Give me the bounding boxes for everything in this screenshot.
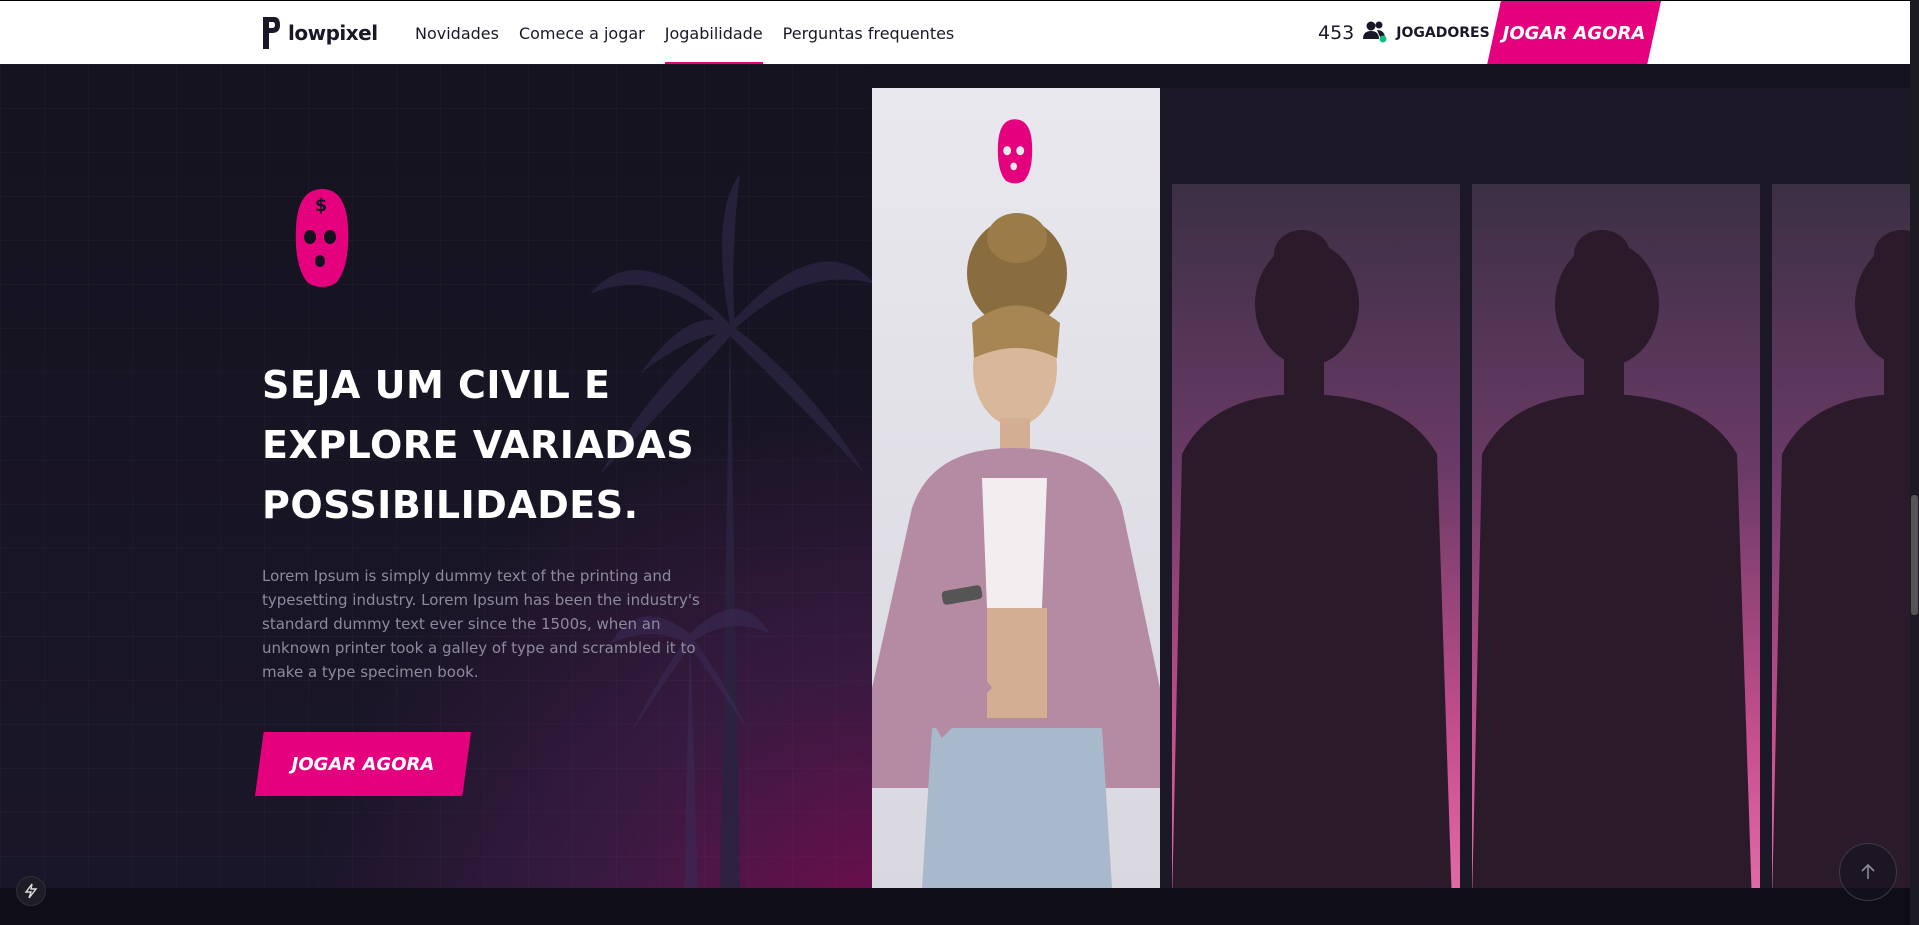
- players-online: 453 JOGADORES: [1318, 1, 1490, 65]
- scroll-to-top-button[interactable]: [1839, 843, 1897, 901]
- character-slot[interactable]: [1472, 184, 1760, 888]
- top-header: lowpixel Novidades Comece a jogar Jogabi…: [0, 0, 1919, 65]
- players-label: JOGADORES: [1396, 25, 1490, 41]
- hero-title: SEJA UM CIVIL E EXPLORE VARIADAS POSSIBI…: [262, 355, 742, 535]
- mask-icon: $: [295, 189, 349, 287]
- logo[interactable]: lowpixel: [260, 15, 378, 51]
- hero-description: Lorem Ipsum is simply dummy text of the …: [262, 567, 700, 681]
- logo-text: lowpixel: [288, 21, 378, 45]
- arrow-up-icon: [1861, 863, 1875, 879]
- hero-title-line: SEJA UM CIVIL E: [262, 363, 611, 407]
- character-portrait: [872, 88, 1160, 888]
- nav-item-novidades[interactable]: Novidades: [415, 1, 499, 65]
- footer-bar: [0, 888, 1919, 925]
- character-silhouette: [1772, 230, 1919, 888]
- nav-item-comece-a-jogar[interactable]: Comece a jogar: [519, 1, 645, 65]
- character-slot[interactable]: [1172, 184, 1460, 888]
- players-count: 453: [1318, 22, 1355, 44]
- character-selector: [1160, 88, 1919, 888]
- character-silhouette: [1172, 230, 1452, 888]
- hero-title-line: EXPLORE VARIADAS: [262, 423, 695, 467]
- main-nav: Novidades Comece a jogar Jogabilidade Pe…: [415, 1, 974, 65]
- bolt-icon: [24, 883, 38, 899]
- character-silhouette: [1472, 230, 1752, 888]
- svg-text:$: $: [315, 195, 328, 216]
- nav-item-perguntas-frequentes[interactable]: Perguntas frequentes: [783, 1, 955, 65]
- scrollbar-thumb[interactable]: [1911, 495, 1918, 615]
- logo-icon: [263, 17, 280, 49]
- character-slot[interactable]: [1772, 184, 1919, 888]
- page-scrollbar[interactable]: [1910, 0, 1919, 925]
- play-now-header-button[interactable]: JOGAR AGORA: [1487, 1, 1661, 65]
- character-figure: [872, 213, 1160, 888]
- nav-item-jogabilidade[interactable]: Jogabilidade: [664, 1, 763, 65]
- play-now-hero-button[interactable]: JOGAR AGORA: [255, 732, 471, 796]
- players-icon: [1362, 19, 1388, 47]
- hero-title-line: POSSIBILIDADES.: [262, 483, 639, 527]
- bolt-button[interactable]: [16, 876, 46, 906]
